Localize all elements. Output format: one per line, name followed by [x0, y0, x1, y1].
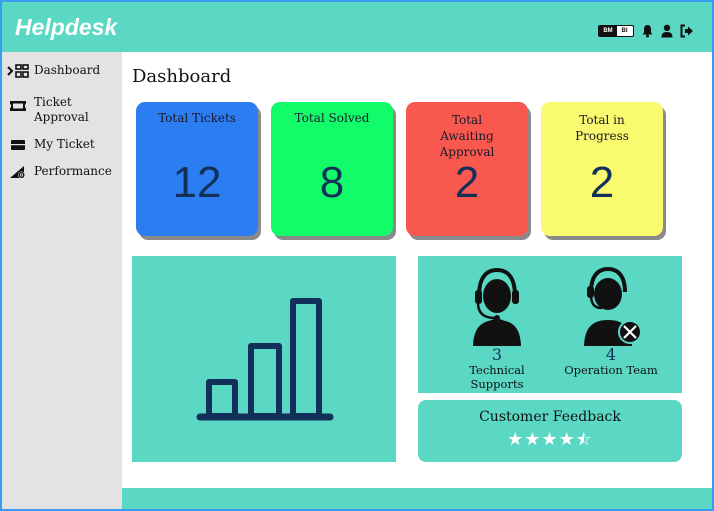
my-ticket-icon	[2, 137, 34, 151]
footer-bar	[122, 488, 712, 509]
team-count: 4	[605, 345, 617, 364]
rating-stars: ★★★★☆★	[418, 429, 682, 450]
operation-agent-icon	[584, 266, 642, 346]
page-title: Dashboard	[132, 66, 232, 87]
star-icon: ★	[558, 429, 576, 450]
stat-card-total-solved[interactable]: Total Solved 8	[271, 102, 393, 236]
sidebar-item-dashboard[interactable]: Dashboard	[2, 63, 122, 78]
sidebar-item-label: Dashboard	[34, 63, 101, 77]
sidebar-item-my-ticket[interactable]: My Ticket	[2, 137, 122, 152]
bell-icon[interactable]	[641, 24, 654, 38]
lang-bm-option[interactable]: BM	[599, 26, 617, 36]
sidebar-item-label: My Ticket	[34, 137, 95, 151]
card-title: Total in Progress	[575, 113, 629, 143]
ticket-icon	[2, 95, 34, 112]
star-icon: ★	[541, 429, 559, 450]
stat-card-total-in-progress[interactable]: Total in Progress 2	[541, 102, 663, 236]
card-title: Total Awaiting Approval	[439, 113, 495, 159]
card-value: 8	[319, 158, 345, 207]
card-value: 2	[454, 158, 480, 207]
dashboard-icon	[2, 63, 34, 78]
top-bar: Helpdesk BM BI	[2, 2, 712, 52]
top-icons: BM BI	[598, 24, 694, 38]
language-toggle[interactable]: BM BI	[598, 25, 634, 37]
app-title: Helpdesk	[15, 14, 118, 40]
card-title: Total Tickets	[158, 111, 236, 125]
lang-bi-option[interactable]: BI	[617, 26, 632, 36]
team-name: Technical Supports	[469, 363, 525, 391]
sidebar-item-ticket-approval[interactable]: Ticket Approval	[2, 95, 122, 125]
customer-feedback-panel[interactable]: Customer Feedback ★★★★☆★	[418, 400, 682, 462]
team-panel: 3 Technical Supports 4 Operation Team	[418, 256, 682, 393]
feedback-title: Customer Feedback	[479, 409, 621, 425]
team-name: Operation Team	[564, 363, 658, 377]
stat-card-total-awaiting-approval[interactable]: Total Awaiting Approval 2	[406, 102, 528, 236]
user-icon[interactable]	[661, 24, 673, 38]
performance-chart-panel[interactable]	[132, 256, 396, 462]
sidebar-item-label: Ticket Approval	[34, 95, 89, 124]
sidebar-item-performance[interactable]: Performance	[2, 164, 122, 179]
performance-icon	[2, 164, 34, 179]
sidebar: Dashboard Ticket Approval My Ticket Perf…	[2, 52, 122, 509]
logout-icon[interactable]	[680, 24, 694, 38]
sidebar-item-label: Performance	[34, 164, 112, 178]
bar-chart-icon	[196, 298, 334, 421]
support-agent-icon	[473, 267, 521, 346]
team-count: 3	[491, 345, 503, 364]
star-icon: ★	[524, 429, 542, 450]
half-star-icon: ☆★	[575, 429, 593, 450]
stat-card-total-tickets[interactable]: Total Tickets 12	[136, 102, 258, 236]
card-value: 12	[172, 158, 222, 207]
star-icon: ★	[507, 429, 525, 450]
card-value: 2	[589, 158, 615, 207]
card-title: Total Solved	[294, 111, 370, 125]
